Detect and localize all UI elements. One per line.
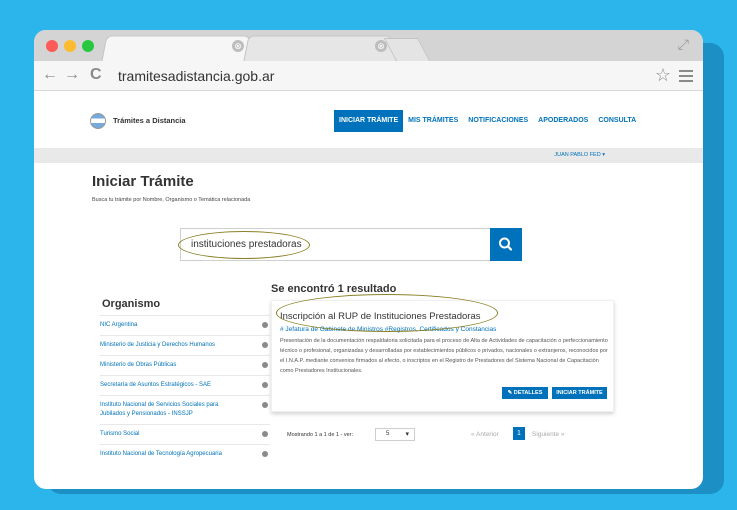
sidebar-item[interactable]: Ministerio de Obras Públicas: [100, 355, 270, 375]
pagination-info: Mostrando 1 a 1 de 1 - ver:: [287, 432, 354, 438]
maximize-window-button[interactable]: [82, 40, 94, 52]
search-icon: [499, 237, 513, 251]
site-logo-text[interactable]: Trámites a Distancia: [113, 116, 186, 125]
nav-iniciar-tramite[interactable]: INICIAR TRÁMITE: [334, 110, 404, 132]
nav-apoderados[interactable]: APODERADOS: [533, 110, 593, 132]
browser-menu-icon[interactable]: [679, 70, 693, 85]
back-arrow-icon[interactable]: ←: [42, 67, 58, 83]
per-page-value: 5: [386, 431, 390, 437]
browser-toolbar: ← → C tramitesadistancia.gob.ar ☆: [34, 61, 703, 91]
highlight-annotation: [276, 294, 498, 332]
nav-consulta[interactable]: CONSULTA: [593, 110, 641, 132]
sidebar-item[interactable]: Ministerio de Justicia y Derechos Humano…: [100, 335, 270, 355]
details-button[interactable]: ✎ DETALLES: [502, 387, 548, 399]
remove-filter-icon[interactable]: [262, 451, 268, 457]
tab-close-icon[interactable]: ⊗: [232, 40, 244, 52]
sidebar-item-label: Turismo Social: [100, 431, 140, 437]
nav-notificaciones[interactable]: NOTIFICACIONES: [463, 110, 533, 132]
organismo-filter-list: NIC Argentina Ministerio de Justicia y D…: [100, 315, 270, 464]
top-navigation: INICIAR TRÁMITE MIS TRÁMITES NOTIFICACIO…: [334, 110, 641, 132]
sidebar-item-label: Secretaría de Asuntos Estratégicos - SAE: [100, 382, 212, 388]
page-title: Iniciar Trámite: [92, 173, 194, 190]
remove-filter-icon[interactable]: [262, 431, 268, 437]
close-window-button[interactable]: [46, 40, 58, 52]
sidebar-item-label: Ministerio de Obras Públicas: [100, 362, 177, 368]
site-header: Trámites a Distancia INICIAR TRÁMITE MIS…: [34, 92, 703, 148]
nav-mis-tramites[interactable]: MIS TRÁMITES: [403, 110, 463, 132]
remove-filter-icon[interactable]: [262, 342, 268, 348]
remove-filter-icon[interactable]: [262, 362, 268, 368]
previous-page-link[interactable]: « Anterior: [471, 431, 499, 438]
current-page-button[interactable]: 1: [513, 427, 525, 440]
result-description: Presentación de la documentación respald…: [280, 338, 608, 374]
per-page-select[interactable]: 5 ▾: [375, 428, 415, 441]
page-subtitle: Busca tu trámite por Nombre, Organismo o…: [92, 197, 251, 203]
user-menu[interactable]: JUAN PABLO FED ▾: [554, 152, 605, 158]
bookmark-star-icon[interactable]: ☆: [655, 65, 671, 86]
minimize-window-button[interactable]: [64, 40, 76, 52]
reload-icon[interactable]: C: [90, 67, 102, 83]
user-bar: JUAN PABLO FED ▾: [34, 148, 703, 163]
forward-arrow-icon[interactable]: →: [64, 67, 80, 83]
highlight-annotation: [178, 231, 310, 259]
sidebar-title: Organismo: [102, 298, 161, 310]
sidebar-item-label: Ministerio de Justicia y Derechos Humano…: [100, 342, 216, 348]
sidebar-item[interactable]: NIC Argentina: [100, 315, 270, 335]
sidebar-item[interactable]: Secretaría de Asuntos Estratégicos - SAE: [100, 375, 270, 395]
sidebar-item[interactable]: Instituto Nacional de Servicios Sociales…: [100, 395, 270, 424]
search-button[interactable]: [490, 228, 522, 261]
sidebar-item-label: Instituto Nacional de Tecnología Agropec…: [100, 451, 222, 457]
address-bar[interactable]: tramitesadistancia.gob.ar: [118, 68, 274, 84]
next-page-link[interactable]: Siguiente »: [532, 431, 565, 438]
remove-filter-icon[interactable]: [262, 402, 268, 408]
tab-inactive[interactable]: [243, 35, 397, 62]
argentina-seal-icon: [90, 113, 106, 129]
sidebar-item-label: Instituto Nacional de Servicios Sociales…: [100, 402, 219, 417]
start-procedure-button[interactable]: INICIAR TRÁMITE: [552, 387, 607, 399]
chevron-down-icon: ▾: [405, 431, 409, 438]
fullscreen-icon[interactable]: ⤢: [678, 36, 689, 53]
tab-strip: ⊗ ⊗ ⤢: [34, 30, 703, 62]
sidebar-item[interactable]: Turismo Social: [100, 424, 270, 444]
sidebar-item[interactable]: Instituto Nacional de Tecnología Agropec…: [100, 444, 270, 464]
sidebar-item-label: NIC Argentina: [100, 322, 138, 328]
browser-window: ⊗ ⊗ ⤢ ← → C tramitesadistancia.gob.ar ☆ …: [34, 30, 703, 489]
remove-filter-icon[interactable]: [262, 382, 268, 388]
remove-filter-icon[interactable]: [262, 322, 268, 328]
